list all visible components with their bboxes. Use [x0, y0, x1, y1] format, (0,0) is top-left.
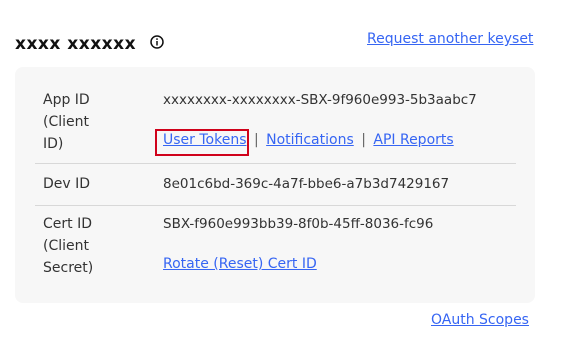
dev-id-value: 8e01c6bd-369c-4a7f-bbe6-a7b3d7429167: [163, 176, 450, 192]
link-separator: |: [361, 132, 366, 148]
cert-id-label: Cert ID (Client Secret): [43, 216, 94, 276]
app-id-links: User Tokens | Notifications | API Report…: [155, 129, 454, 156]
cert-id-links: Rotate (Reset) Cert ID: [163, 253, 317, 275]
app-id-row: App ID (Client ID) xxxxxxxx-xxxxxxxx-SBX…: [35, 89, 516, 159]
cert-id-row: Cert ID (Client Secret) SBX-f960e993bb39…: [35, 213, 516, 283]
app-id-label: App ID (Client ID): [43, 92, 90, 152]
oauth-scopes-link[interactable]: OAuth Scopes: [431, 312, 529, 328]
notifications-link[interactable]: Notifications: [266, 132, 354, 148]
link-separator: |: [253, 132, 259, 148]
row-divider: [35, 205, 516, 206]
dev-id-label: Dev ID: [43, 176, 91, 192]
row-divider: [35, 163, 516, 164]
info-circle-icon[interactable]: [150, 35, 164, 49]
user-tokens-link[interactable]: User Tokens: [163, 132, 247, 148]
dev-id-row: Dev ID 8e01c6bd-369c-4a7f-bbe6-a7b3d7429…: [35, 173, 516, 197]
app-id-value: xxxxxxxx-xxxxxxxx-SBX-9f960e993-5b3aabc7: [163, 92, 477, 108]
request-another-keyset-link[interactable]: Request another keyset: [367, 31, 533, 47]
cert-id-value: SBX-f960e993bb39-8f0b-45ff-8036-fc96: [163, 216, 434, 232]
keyset-panel: App ID (Client ID) xxxxxxxx-xxxxxxxx-SBX…: [15, 67, 535, 303]
rotate-cert-id-link[interactable]: Rotate (Reset) Cert ID: [163, 256, 317, 272]
api-reports-link[interactable]: API Reports: [373, 132, 453, 148]
keyset-title: xxxx xxxxxx: [15, 34, 137, 54]
